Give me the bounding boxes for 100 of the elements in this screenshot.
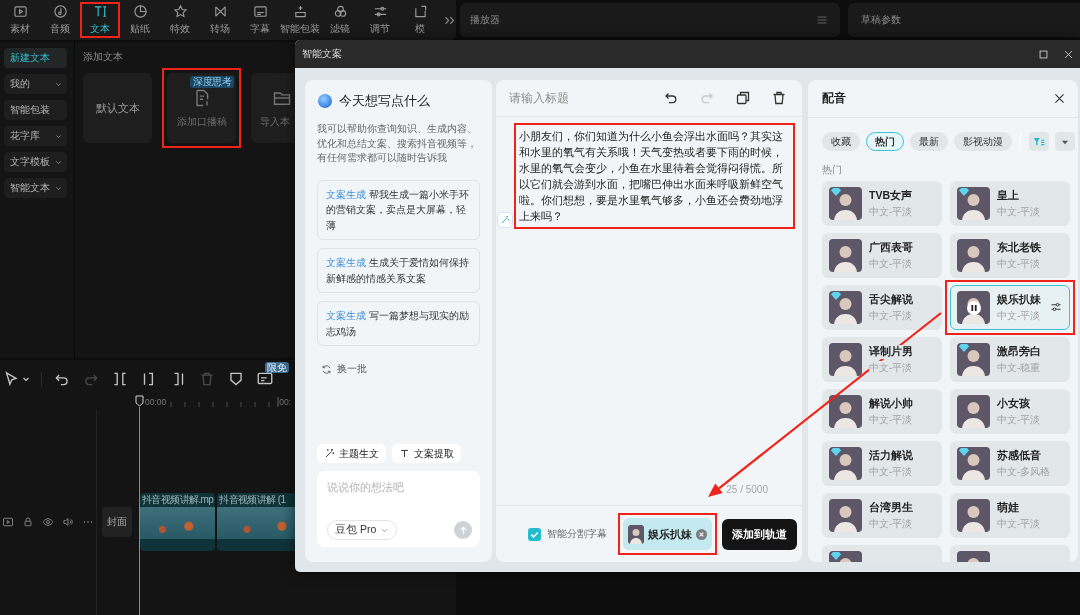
script-editor-field[interactable]: 小朋友们，你们知道为什么小鱼会浮出水面吗？其实这和水里的氧气有关系哦！天气变热或者要下雨的时候，水里的氧气会变少，小鱼在水里待着会觉得闷得慌。所以它们就会游到水面，把嘴巴伸出水面来呼吸新鲜空气啦。你们想想，要是水里氧气够多，小鱼还会费劲地浮上来吗？ — [519, 128, 785, 224]
sidebar-item[interactable]: 文字模板 — [4, 152, 67, 172]
sliders-icon[interactable] — [1050, 301, 1062, 313]
toolbar-tab[interactable]: 贴纸 — [120, 2, 160, 38]
action-button[interactable]: 主题生文 — [317, 444, 386, 463]
dropdown-button[interactable] — [1055, 132, 1075, 151]
title-input[interactable]: 请输入标题 — [509, 91, 643, 105]
toolbar-tab[interactable]: 智能包装 — [280, 2, 320, 38]
voice-name: 舌尖解说 — [869, 292, 913, 307]
voice-card[interactable]: 萌娃 中文-平淡 — [950, 493, 1070, 538]
suggestion-card[interactable]: 文案生成 写一篇梦想与现实的励志鸡汤 — [317, 301, 480, 346]
avatar-icon — [957, 187, 990, 220]
lock-icon[interactable] — [22, 515, 34, 528]
sidebar-item[interactable]: 花字库 — [4, 126, 67, 146]
voice-card[interactable]: TVB女声 中文-平淡 — [822, 181, 942, 226]
shield-icon[interactable] — [227, 370, 245, 388]
timecode-label: 00: — [279, 397, 292, 407]
clip-label: 抖音视频讲解 (1 — [218, 492, 287, 507]
voice-card[interactable]: 皇上 中文-平淡 — [950, 181, 1070, 226]
voice-card[interactable]: 活力解说 中文-平淡 — [822, 441, 942, 486]
video-clip[interactable]: 抖音视频讲解.mp — [140, 492, 216, 551]
voice-card[interactable]: 广西表哥 中文-平淡 — [822, 233, 942, 278]
model-select[interactable]: 豆包 Pro — [327, 520, 398, 540]
toolbar-tab[interactable]: 特效 — [160, 2, 200, 38]
character-counter: 25 / 5000 — [726, 484, 768, 495]
filter-chip[interactable]: 收藏 — [822, 132, 860, 151]
star-icon — [172, 4, 188, 19]
voice-name: 娱乐扒妹 — [997, 292, 1041, 307]
maximize-icon[interactable] — [1038, 48, 1049, 60]
toolbar-tab[interactable]: 模 — [400, 2, 440, 38]
voice-card[interactable]: 译制片男 中文-平淡 — [822, 337, 942, 382]
avatar-icon — [957, 499, 990, 532]
voice-name: 广西表哥 — [869, 240, 913, 255]
tool-badge: 限免 — [265, 362, 289, 373]
voice-name: TVB女声 — [869, 188, 913, 203]
avatar-icon — [957, 343, 990, 376]
split-icon[interactable] — [111, 370, 129, 388]
text-template-card[interactable]: 深度思考 添加口播稿 — [167, 73, 236, 143]
voice-card[interactable]: 解说小帅 中文-平淡 — [822, 389, 942, 434]
checkbox[interactable] — [528, 527, 541, 541]
panel-title: 草稿参数 — [861, 13, 901, 27]
voice-card[interactable]: 舌尖解说 中文-平淡 — [822, 285, 942, 330]
playhead-icon[interactable] — [135, 395, 144, 407]
caret-down-icon[interactable] — [22, 375, 30, 383]
toolbar-tab[interactable]: 字幕 — [240, 2, 280, 38]
sidebar-item[interactable]: 智能包装 — [4, 100, 67, 120]
trash-icon[interactable] — [771, 90, 787, 106]
text-icon — [399, 448, 410, 459]
voice-card[interactable]: 小女孩 中文-平淡 — [950, 389, 1070, 434]
speaker-icon[interactable] — [62, 515, 74, 528]
suggestion-card[interactable]: 文案生成 生成关于爱情如何保持新鲜感的情感关系文案 — [317, 248, 480, 293]
voice-card[interactable]: 娱乐扒妹 中文-平淡 — [950, 285, 1070, 330]
chat-input[interactable]: 说说你的想法吧 — [327, 479, 472, 495]
toolbar-tab[interactable]: 音频 — [40, 2, 80, 38]
voice-style: 中文-平淡 — [869, 204, 913, 219]
voice-chip-name: 娱乐扒妹 — [648, 526, 692, 542]
filter-chip[interactable]: 热门 — [866, 132, 904, 151]
sidebar-item[interactable]: 智能文本 — [4, 178, 67, 198]
action-button[interactable]: 文案提取 — [392, 444, 461, 463]
text-template-card[interactable]: 默认文本 — [83, 73, 152, 143]
voice-style: 中文-平淡 — [869, 412, 913, 427]
avatar-icon — [829, 239, 862, 272]
magic-wand-icon — [324, 448, 335, 459]
toolbar-tab[interactable]: 调节 — [360, 2, 400, 38]
intro-text: 我可以帮助你查询知识、生成内容、优化和总结文案、搜索抖音视频等，有任何需求都可以随时告诉我 — [317, 122, 478, 165]
toolbar-tab[interactable]: 转场 — [200, 2, 240, 38]
clip-label: 抖音视频讲解.mp — [141, 492, 215, 507]
voice-style: 中文-平淡 — [869, 516, 913, 531]
voice-style: 中文-平淡 — [869, 256, 913, 271]
voice-chip[interactable]: 娱乐扒妹 — [623, 518, 712, 550]
sidebar-item[interactable]: 新建文本 — [4, 48, 67, 68]
sidebar-item[interactable]: 我的 — [4, 74, 67, 94]
panel-title: 播放器 — [470, 13, 500, 27]
filter-chip[interactable]: 最新 — [910, 132, 948, 151]
close-icon[interactable] — [1063, 48, 1074, 60]
add-to-track-button[interactable]: 添加到轨道 — [722, 518, 797, 550]
cover-button[interactable]: 封面 — [102, 506, 132, 537]
pause-icon[interactable] — [966, 300, 981, 315]
toolbar-tab[interactable]: 素材 — [0, 2, 40, 38]
arrow-up-icon — [457, 524, 469, 536]
close-circle-icon[interactable] — [696, 528, 707, 540]
eye-icon[interactable] — [42, 515, 54, 528]
text-tool-icon — [92, 4, 108, 19]
video-track-icon — [2, 515, 14, 528]
toolbar-tab[interactable]: 滤镜 — [320, 2, 360, 38]
toolbar-tab[interactable]: 文本 — [80, 2, 120, 38]
voice-card[interactable]: 苏感低音 中文-多风格 — [950, 441, 1070, 486]
close-icon[interactable] — [1053, 92, 1066, 105]
voice-card[interactable]: 台湾男生 中文-平淡 — [822, 493, 942, 538]
filter-chip[interactable]: 影视动漫 — [954, 132, 1012, 151]
undo-icon[interactable] — [663, 90, 679, 106]
refresh-button[interactable]: 换一批 — [317, 362, 371, 376]
magic-wand-icon — [500, 215, 510, 225]
suggestion-card[interactable]: 文案生成 帮我生成一篇小米手环的营销文案，卖点是大屏幕，轻薄 — [317, 179, 480, 240]
corner-frame-icon — [412, 4, 428, 19]
avatar-icon — [957, 395, 990, 428]
copy-icon[interactable] — [735, 90, 751, 106]
cursor-icon[interactable] — [2, 370, 20, 388]
voice-card[interactable]: 东北老铁 中文-平淡 — [950, 233, 1070, 278]
voice-style: 中文-平淡 — [997, 308, 1041, 323]
